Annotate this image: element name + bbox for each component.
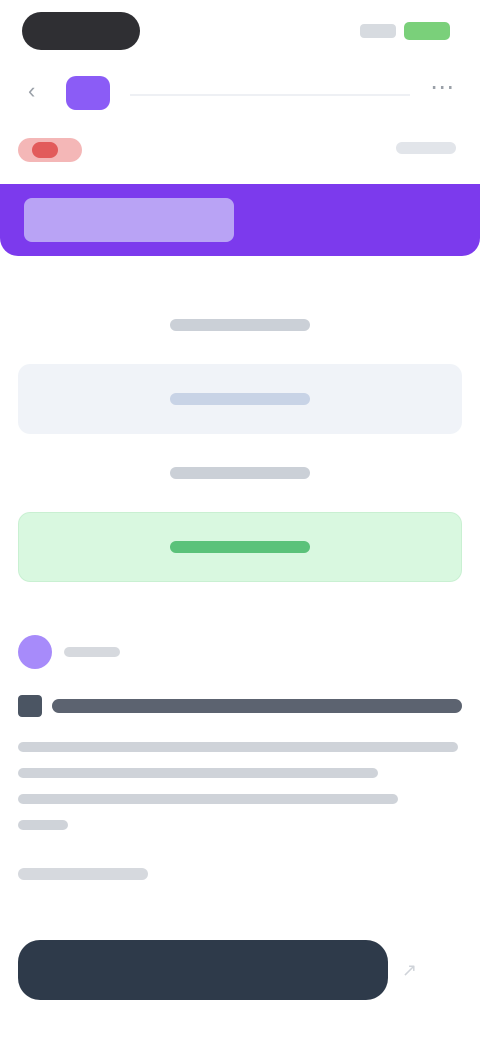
post-icon bbox=[18, 695, 42, 717]
banner bbox=[0, 184, 480, 256]
headline-text bbox=[52, 699, 462, 713]
author-name bbox=[64, 647, 120, 657]
body-line bbox=[18, 820, 68, 830]
sub-nav bbox=[0, 130, 480, 170]
option-label bbox=[170, 541, 310, 553]
primary-cta-button[interactable] bbox=[18, 940, 388, 1000]
post-header bbox=[18, 634, 120, 670]
options-panel bbox=[0, 270, 480, 600]
brand-logo[interactable] bbox=[66, 76, 110, 110]
share-icon[interactable]: ↗ bbox=[402, 960, 417, 981]
body-line bbox=[18, 794, 398, 804]
sub-nav-link[interactable] bbox=[396, 142, 456, 154]
option-4[interactable] bbox=[18, 512, 462, 582]
nav-divider bbox=[130, 94, 410, 96]
signal-icon bbox=[360, 24, 396, 38]
status-indicators bbox=[360, 22, 450, 40]
status-time-pill bbox=[22, 12, 140, 50]
option-1[interactable] bbox=[18, 290, 462, 360]
option-3[interactable] bbox=[18, 438, 462, 508]
top-nav: ‹ ⋯ bbox=[0, 66, 480, 122]
option-label bbox=[170, 467, 310, 479]
battery-icon bbox=[404, 22, 450, 40]
red-badge-icon[interactable] bbox=[18, 138, 82, 162]
option-2[interactable] bbox=[18, 364, 462, 434]
body-line bbox=[18, 768, 378, 778]
post-body bbox=[18, 742, 462, 846]
option-label bbox=[170, 393, 310, 405]
status-bar bbox=[0, 0, 480, 64]
more-icon[interactable]: ⋯ bbox=[430, 76, 454, 100]
option-label bbox=[170, 319, 310, 331]
banner-label bbox=[24, 198, 234, 242]
post-headline bbox=[18, 694, 462, 718]
chevron-left-icon[interactable]: ‹ bbox=[28, 80, 35, 102]
avatar[interactable] bbox=[18, 635, 52, 669]
body-line bbox=[18, 742, 458, 752]
post-meta bbox=[18, 868, 148, 880]
